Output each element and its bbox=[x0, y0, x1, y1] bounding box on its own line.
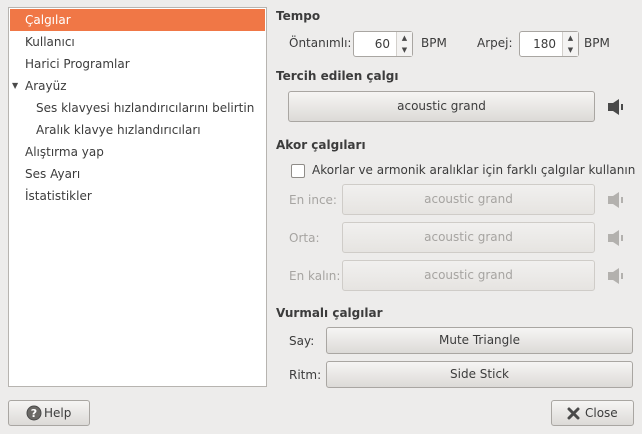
tree-item-ses-ayari[interactable]: Ses Ayarı bbox=[10, 163, 265, 185]
decrement-down-icon[interactable]: ▼ bbox=[397, 44, 412, 56]
svg-text:?: ? bbox=[31, 407, 37, 420]
rhythm-label: Ritm: bbox=[289, 368, 322, 382]
close-button-label: Close bbox=[585, 406, 618, 420]
tempo-section-title: Tempo bbox=[276, 9, 321, 23]
default-tempo-label: Öntanımlı: bbox=[289, 36, 352, 50]
tree-item-label: Harici Programlar bbox=[25, 57, 130, 71]
help-button-label: Help bbox=[44, 406, 72, 420]
tree-item-alistirma-yap[interactable]: Alıştırma yap bbox=[10, 141, 265, 163]
category-tree[interactable]: Çalgılar Kullanıcı Harici Programlar ▼ A… bbox=[8, 7, 267, 387]
increment-up-icon[interactable]: ▲ bbox=[397, 32, 412, 44]
chord-middle-instrument-button[interactable]: acoustic grand bbox=[342, 222, 595, 253]
tree-item-calgilar[interactable]: Çalgılar bbox=[10, 9, 265, 31]
arpeggio-tempo-value: 180 bbox=[533, 37, 556, 51]
different-instruments-checkbox[interactable] bbox=[291, 164, 305, 178]
tree-item-label: Arayüz bbox=[25, 79, 67, 93]
help-button[interactable]: ? Help bbox=[8, 400, 90, 426]
spinner-arrows: ▲ ▼ bbox=[396, 32, 412, 56]
tree-item-istatistikler[interactable]: İstatistikler bbox=[10, 185, 265, 207]
speaker-icon[interactable] bbox=[606, 97, 626, 117]
tree-item-label: Çalgılar bbox=[25, 13, 71, 27]
speaker-icon[interactable] bbox=[606, 266, 626, 286]
decrement-down-icon[interactable]: ▼ bbox=[563, 44, 578, 56]
chord-low-instrument-button[interactable]: acoustic grand bbox=[342, 260, 595, 291]
rhythm-instrument-button[interactable]: Side Stick bbox=[326, 361, 633, 388]
tree-item-label: Kullanıcı bbox=[25, 35, 75, 49]
default-tempo-unit: BPM bbox=[421, 36, 447, 50]
tree-item-label: Ses klavyesi hızlandırıcılarını belirtin bbox=[36, 101, 255, 115]
default-tempo-value: 60 bbox=[374, 37, 390, 51]
arpeggio-tempo-label: Arpej: bbox=[477, 36, 513, 50]
tree-item-harici-programlar[interactable]: Harici Programlar bbox=[10, 53, 265, 75]
help-icon: ? bbox=[26, 405, 42, 421]
count-instrument-button[interactable]: Mute Triangle bbox=[326, 327, 633, 354]
increment-up-icon[interactable]: ▲ bbox=[563, 32, 578, 44]
tree-item-label: İstatistikler bbox=[25, 189, 92, 203]
arpeggio-tempo-spinner[interactable]: 180 ▲ ▼ bbox=[519, 31, 579, 57]
different-instruments-label[interactable]: Akorlar ve armonik aralıklar için farklı… bbox=[312, 163, 635, 177]
default-tempo-spinner[interactable]: 60 ▲ ▼ bbox=[353, 31, 413, 57]
preferred-instrument-title: Tercih edilen çalgı bbox=[276, 69, 399, 83]
tree-item-aralik-klavye[interactable]: Aralık klavye hızlandırıcıları bbox=[10, 119, 265, 141]
spinner-arrows: ▲ ▼ bbox=[562, 32, 578, 56]
count-label: Say: bbox=[289, 334, 315, 348]
chord-high-instrument-button[interactable]: acoustic grand bbox=[342, 184, 595, 215]
arpeggio-tempo-unit: BPM bbox=[584, 36, 610, 50]
speaker-icon[interactable] bbox=[606, 228, 626, 248]
tree-item-label: Alıştırma yap bbox=[25, 145, 104, 159]
tree-item-label: Aralık klavye hızlandırıcıları bbox=[36, 123, 201, 137]
tree-item-arayuz[interactable]: ▼ Arayüz bbox=[10, 75, 265, 97]
close-icon bbox=[567, 407, 580, 420]
percussion-title: Vurmalı çalgılar bbox=[276, 306, 383, 320]
chord-high-label: En ince: bbox=[289, 193, 337, 207]
speaker-icon[interactable] bbox=[606, 190, 626, 210]
close-button[interactable]: Close bbox=[551, 400, 634, 426]
chord-low-label: En kalın: bbox=[289, 269, 341, 283]
preferred-instrument-button[interactable]: acoustic grand bbox=[288, 91, 595, 122]
expander-down-icon[interactable]: ▼ bbox=[12, 75, 22, 97]
chord-middle-label: Orta: bbox=[289, 231, 320, 245]
chord-instruments-title: Akor çalgıları bbox=[276, 138, 366, 152]
tree-item-ses-klavyesi[interactable]: Ses klavyesi hızlandırıcılarını belirtin bbox=[10, 97, 265, 119]
tree-item-label: Ses Ayarı bbox=[25, 167, 81, 181]
tree-item-kullanici[interactable]: Kullanıcı bbox=[10, 31, 265, 53]
